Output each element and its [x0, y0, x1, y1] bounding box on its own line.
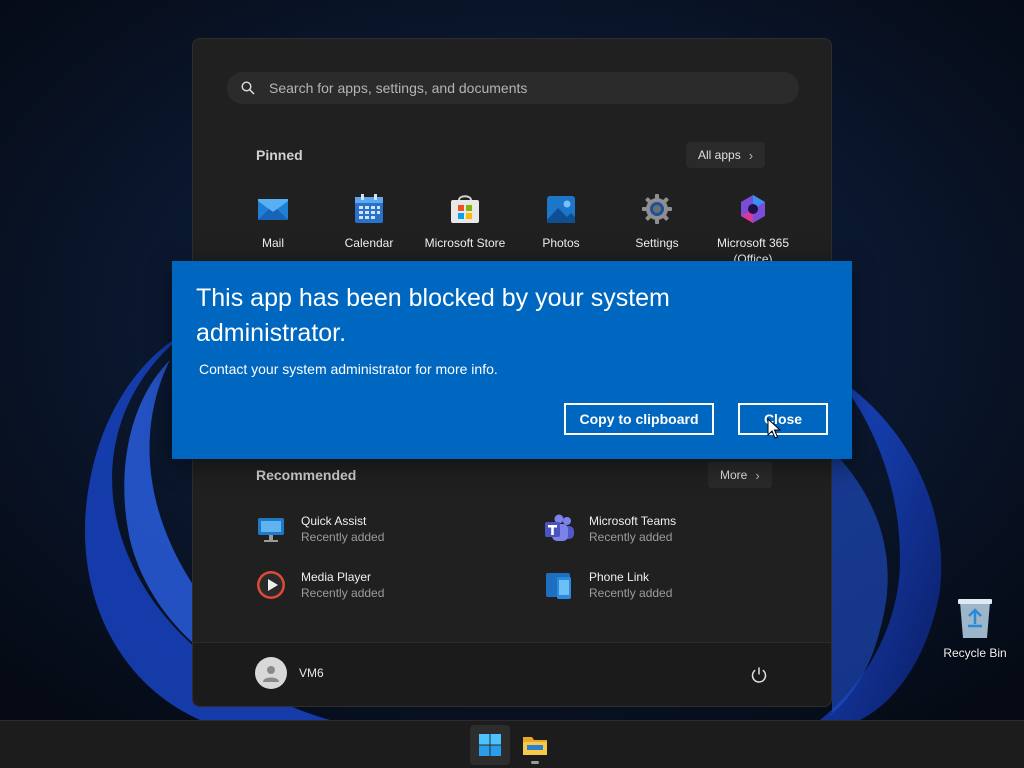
recommended-item-name: Phone Link: [589, 570, 650, 584]
chevron-right-icon: ›: [748, 147, 754, 163]
recommended-item-name: Quick Assist: [301, 514, 367, 528]
recommended-item-sub: Recently added: [589, 586, 673, 600]
pinned-app-label: Microsoft Store: [424, 236, 506, 250]
recommended-item-name: Media Player: [301, 570, 372, 584]
recommended-item-sub: Recently added: [589, 530, 673, 544]
recommended-item-teams[interactable]: Microsoft Teams Recently added: [543, 509, 803, 549]
power-icon[interactable]: [749, 665, 769, 685]
all-apps-button[interactable]: All apps ›: [686, 142, 766, 168]
copy-to-clipboard-button[interactable]: Copy to clipboard: [564, 403, 714, 435]
pinned-app-label: Mail: [261, 236, 284, 250]
pinned-app-microsoft-365[interactable]: Microsoft 365 (Office): [705, 189, 801, 269]
running-indicator: [531, 761, 539, 764]
recycle-bin-icon: [958, 599, 992, 638]
more-button[interactable]: More ›: [708, 462, 772, 488]
mouse-cursor-icon: [767, 418, 781, 439]
media-player-icon: [257, 571, 285, 599]
photos-icon: [547, 196, 575, 223]
file-explorer-button[interactable]: [515, 725, 555, 765]
user-account-button[interactable]: VM6: [255, 657, 324, 689]
pinned-app-label: Photos: [542, 236, 580, 250]
avatar: [255, 657, 287, 689]
user-name: VM6: [299, 666, 324, 680]
folder-icon: [523, 737, 547, 755]
close-button[interactable]: Close: [738, 403, 828, 435]
start-menu-footer: VM6: [193, 642, 831, 706]
app-blocked-dialog: This app has been blocked by your system…: [172, 261, 852, 459]
recycle-bin-label: Recycle Bin: [943, 646, 1007, 660]
recommended-item-media-player[interactable]: Media Player Recently added: [255, 565, 515, 605]
quick-assist-icon: [258, 518, 284, 542]
phone-link-icon: [546, 573, 571, 599]
desktop-icon-recycle-bin[interactable]: Recycle Bin: [940, 596, 1010, 660]
teams-icon: [545, 514, 574, 541]
pinned-title: Pinned: [256, 147, 303, 163]
recommended-title: Recommended: [256, 467, 357, 483]
pinned-app-microsoft-store[interactable]: Microsoft Store: [417, 189, 513, 269]
start-button[interactable]: [470, 725, 510, 765]
search-input[interactable]: [269, 80, 769, 96]
search-icon: [241, 81, 255, 95]
taskbar: [0, 720, 1024, 768]
pinned-app-photos[interactable]: Photos: [513, 189, 609, 269]
recommended-item-phone-link[interactable]: Phone Link Recently added: [543, 565, 803, 605]
gear-icon: [642, 194, 672, 224]
user-icon: [263, 666, 279, 682]
pinned-app-mail[interactable]: Mail: [225, 189, 321, 269]
chevron-right-icon: ›: [755, 467, 760, 483]
calendar-icon: [355, 194, 383, 223]
pinned-app-settings[interactable]: Settings: [609, 189, 705, 269]
pinned-app-label: Calendar: [344, 236, 394, 250]
pinned-app-label: Settings: [635, 236, 679, 250]
dialog-title: This app has been blocked by your system…: [196, 284, 670, 347]
dialog-message: Contact your system administrator for mo…: [199, 361, 498, 377]
mail-icon: [258, 199, 288, 220]
pinned-app-calendar[interactable]: Calendar: [321, 189, 417, 269]
more-label: More: [720, 468, 748, 482]
windows-logo-icon: [479, 734, 501, 756]
search-box[interactable]: [227, 72, 799, 104]
recommended-item-name: Microsoft Teams: [589, 514, 677, 528]
recommended-item-sub: Recently added: [301, 530, 385, 544]
recommended-item-sub: Recently added: [301, 586, 385, 600]
all-apps-label: All apps: [698, 148, 741, 162]
office-icon: [741, 195, 765, 223]
store-icon: [451, 195, 479, 223]
recommended-item-quick-assist[interactable]: Quick Assist Recently added: [255, 509, 515, 549]
